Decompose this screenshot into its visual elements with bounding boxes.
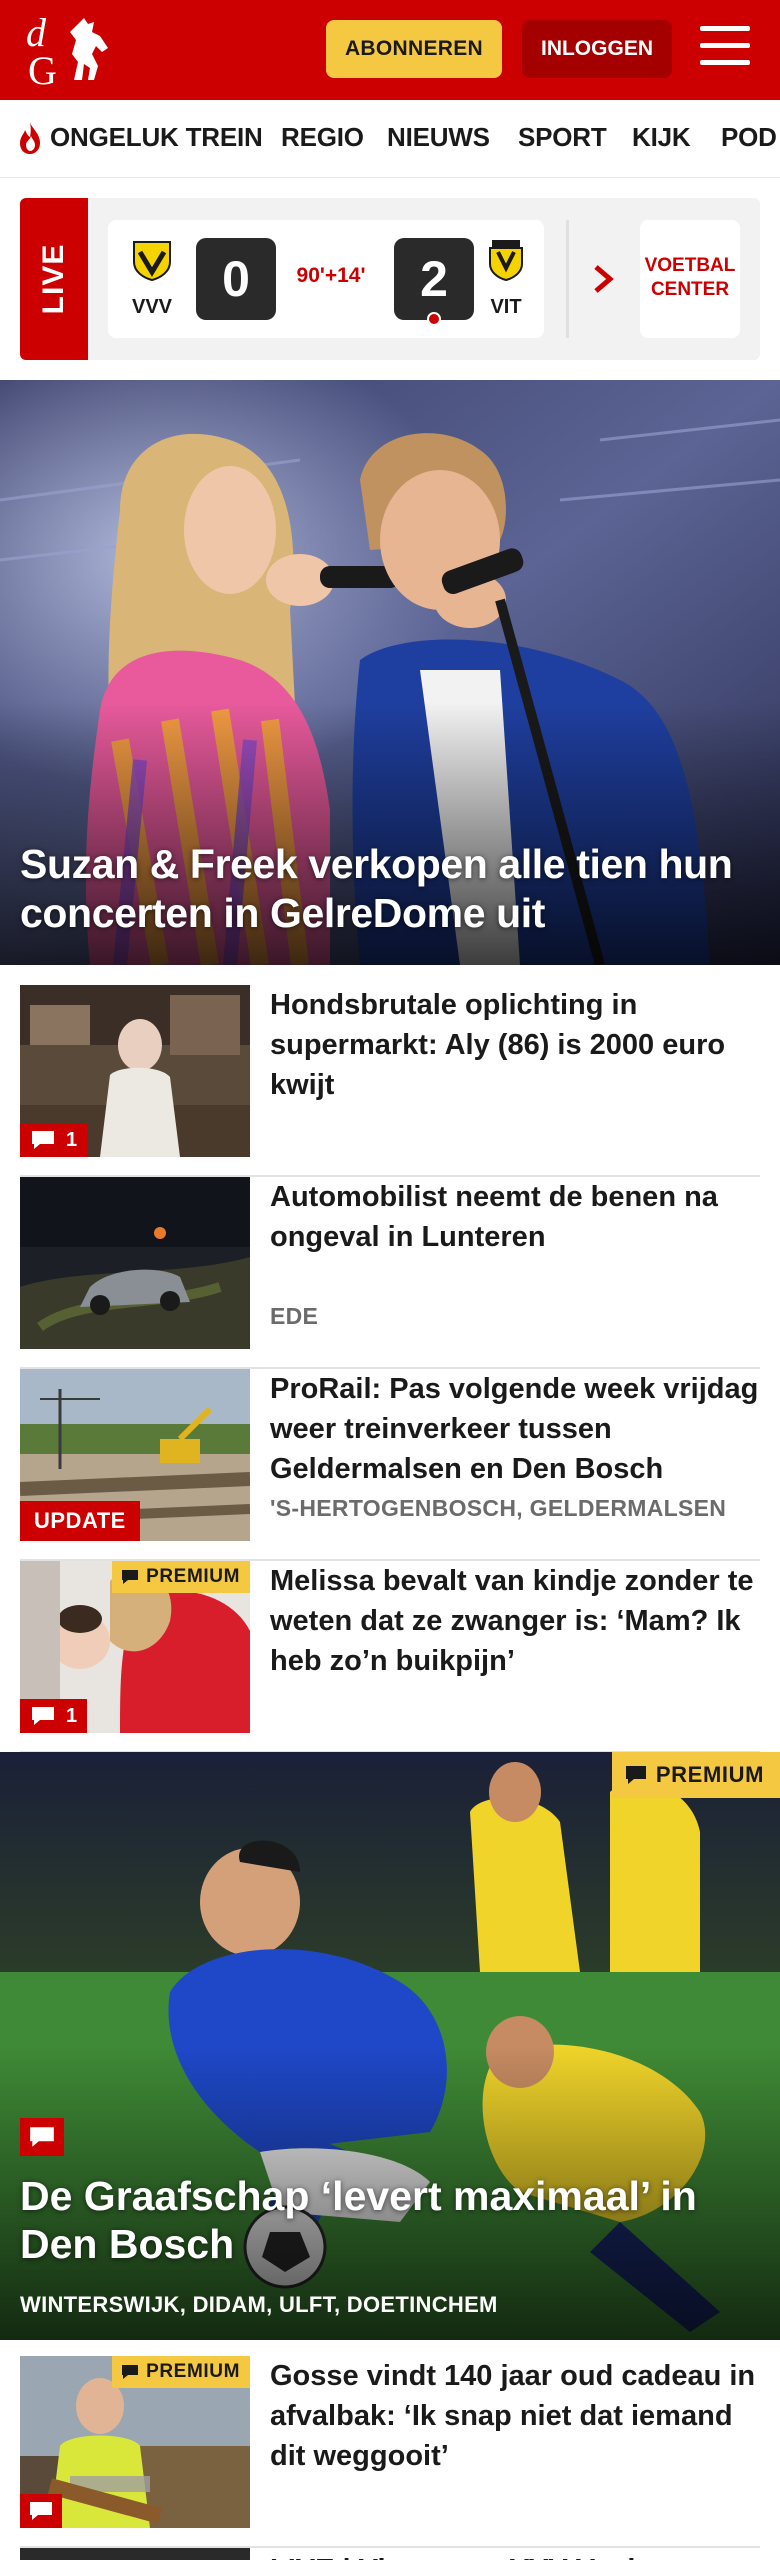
article-item[interactable]: Automobilist neemt de benen na ongeval i… (20, 1177, 760, 1369)
update-badge: UPDATE (20, 1501, 140, 1541)
voetbalcenter-link[interactable]: VOETBAL CENTER (640, 220, 740, 338)
article-title[interactable]: Melissa bevalt van kindje zonder te wete… (270, 1561, 760, 1681)
svg-text:G: G (28, 48, 57, 90)
article-item[interactable]: PREMIUM Gosse vindt 140 jaar oud cadeau … (20, 2356, 760, 2548)
article-title[interactable]: Hondsbrutale oplichting in supermarkt: A… (270, 985, 760, 1105)
nav-item-sport[interactable]: SPORT (518, 122, 607, 153)
article-title[interactable]: LIVE | Vitesse na VVV-Venlo (270, 2550, 760, 2560)
article-title[interactable]: Automobilist neemt de benen na ongeval i… (270, 1177, 760, 1257)
premium-icon (122, 1570, 139, 1584)
comment-icon (30, 2127, 54, 2147)
home-score: 0 (196, 238, 276, 320)
chevron-right-icon[interactable] (592, 264, 616, 294)
article-item[interactable]: LIVE | Vitesse na VVV-Venlo (20, 2548, 760, 2560)
home-team-abbr: VVV (131, 296, 173, 318)
nav-item-kijk[interactable]: KIJK (632, 122, 691, 153)
premium-label: PREMIUM (655, 1762, 764, 1787)
comment-badge[interactable] (20, 2494, 62, 2528)
feature-location: WINTERSWIJK, DIDAM, ULFT, DOETINCHEM (20, 2292, 498, 2317)
hero-article[interactable]: Suzan & Freek verkopen alle tien hun con… (0, 380, 780, 965)
comment-count-badge[interactable]: 1 (20, 1699, 88, 1733)
feature-article[interactable]: PREMIUM De Graafschap ‘levert maximaal’ … (0, 1752, 780, 2340)
site-header: d G ABONNEREN INLOGGEN (0, 0, 780, 100)
article-thumbnail: PREMIUM (20, 2356, 250, 2528)
comment-count: 1 (66, 1128, 78, 1151)
nav-item-nieuws[interactable]: NIEUWS (387, 122, 490, 153)
article-thumbnail: PREMIUM 1 (20, 1561, 250, 1733)
article-thumbnail: UPDATE (20, 1369, 250, 1541)
away-score: 2 (394, 238, 474, 320)
article-title[interactable]: Gosse vindt 140 jaar oud cadeau in afval… (270, 2356, 760, 2476)
login-button[interactable]: INLOGGEN (522, 20, 672, 78)
comment-badge[interactable] (20, 2118, 64, 2156)
match-card[interactable]: VVV 0 90'+14' 2 VIT (108, 220, 544, 338)
divider (566, 220, 569, 338)
article-location: 'S-HERTOGENBOSCH, GELDERMALSEN (270, 1495, 727, 1521)
nav-item-pod[interactable]: POD (721, 122, 777, 153)
nav-item-regio[interactable]: REGIO (281, 122, 364, 153)
hero-title[interactable]: Suzan & Freek verkopen alle tien hun con… (20, 840, 760, 938)
article-item[interactable]: 1 Hondsbrutale oplichting in supermarkt:… (20, 985, 760, 1177)
feature-title[interactable]: De Graafschap ‘levert maximaal’ in Den B… (20, 2172, 760, 2268)
comment-count: 1 (66, 1704, 78, 1727)
voetbalcenter-label-1: VOETBAL (644, 255, 736, 276)
premium-badge: PREMIUM (112, 2356, 250, 2388)
comment-count-badge[interactable]: 1 (20, 1123, 88, 1157)
premium-label: PREMIUM (146, 1566, 240, 1587)
premium-icon (625, 1766, 646, 1784)
article-thumbnail (20, 1177, 250, 1349)
vvv-crest-icon (133, 241, 171, 282)
premium-badge: PREMIUM (112, 1561, 250, 1593)
article-thumbnail: 1 (20, 985, 250, 1157)
vitesse-crest-icon (489, 240, 523, 282)
premium-icon (122, 2365, 139, 2379)
voetbalcenter-label-2: CENTER (650, 279, 730, 300)
live-label: LIVE (37, 243, 70, 315)
section-nav: ONGELUK TREIN REGIO NIEUWS SPORT KIJK PO… (0, 100, 780, 178)
premium-label: PREMIUM (146, 2361, 240, 2382)
match-time: 90'+14' (296, 264, 366, 287)
flame-icon (20, 122, 40, 154)
subscribe-button[interactable]: ABONNEREN (326, 20, 502, 78)
comment-icon (30, 2502, 52, 2520)
premium-badge: PREMIUM (611, 1752, 780, 1798)
live-score-widget: LIVE VVV 0 90'+14' 2 VIT VOETBAL CENTER (20, 198, 760, 360)
nav-item-ongeluk-trein[interactable]: ONGELUK TREIN (50, 122, 263, 153)
comment-icon (32, 1131, 54, 1149)
away-team-abbr: VIT (490, 296, 522, 318)
goal-indicator-dot (427, 312, 441, 326)
article-thumbnail (20, 2548, 250, 2560)
hamburger-menu-icon[interactable] (700, 26, 752, 70)
article-title[interactable]: ProRail: Pas volgende week vrijdag weer … (270, 1369, 760, 1489)
dg-logo[interactable]: d G (22, 10, 117, 90)
live-tab[interactable]: LIVE (20, 198, 88, 360)
article-item[interactable]: UPDATE ProRail: Pas volgende week vrijda… (20, 1369, 760, 1561)
comment-icon (32, 1707, 54, 1725)
article-location: EDE (270, 1303, 319, 1329)
article-item[interactable]: PREMIUM 1 Melissa bevalt van kindje zond… (20, 1561, 760, 1753)
